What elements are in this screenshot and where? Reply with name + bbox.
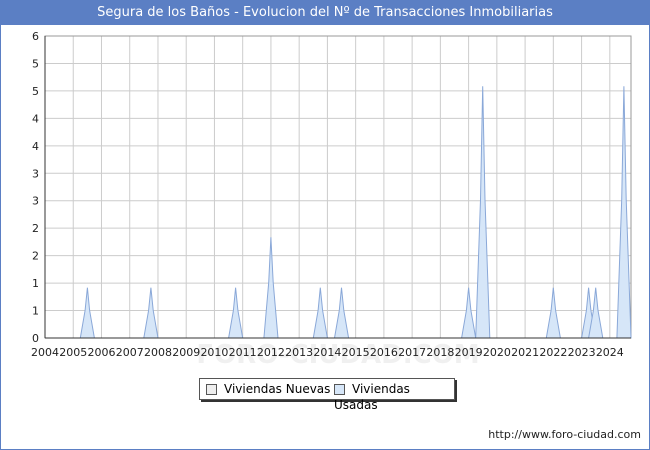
y-tick-label: 2 [32, 222, 39, 235]
plot-border [44, 35, 632, 339]
y-tick-label: 4 [32, 140, 39, 153]
area-peak-usadas [616, 86, 632, 339]
area-peak-usadas [79, 287, 95, 339]
x-tick-label: 2021 [511, 346, 539, 359]
x-tick-label: 2020 [483, 346, 511, 359]
y-tick-label: 2 [32, 250, 39, 263]
legend-item-nuevas: Viviendas Nuevas [206, 381, 330, 397]
source-link[interactable]: http://www.foro-ciudad.com [488, 428, 641, 441]
y-tick-label: 3 [32, 195, 39, 208]
x-tick-label: 2004 [31, 346, 59, 359]
x-tick-label: 2024 [596, 346, 624, 359]
legend: Viviendas Nuevas Viviendas Usadas [199, 378, 455, 412]
x-tick-label: 2023 [568, 346, 596, 359]
legend-label-nuevas: Viviendas Nuevas [224, 382, 331, 396]
y-tick-labels: 0 1 1 2 2 3 3 4 4 5 5 6 [32, 30, 39, 345]
area-peak-usadas [461, 287, 477, 339]
area-peak-usadas [545, 287, 561, 339]
area-peak-usadas [263, 237, 279, 339]
area-peak-usadas [143, 287, 159, 339]
x-tick-label: 2013 [285, 346, 313, 359]
area-peak-usadas [228, 287, 244, 339]
y-tick-label: 6 [32, 30, 39, 43]
area-peak-usadas [312, 287, 328, 339]
x-tick-label: 2019 [455, 346, 483, 359]
x-tick-label: 2005 [59, 346, 87, 359]
chart-frame: Segura de los Baños - Evolucion del Nº d… [0, 0, 650, 450]
y-tick-label: 1 [32, 305, 39, 318]
area-peak-usadas [333, 287, 350, 339]
x-tick-label: 2009 [172, 346, 200, 359]
x-tick-label: 2014 [313, 346, 341, 359]
y-tick-label: 0 [32, 332, 39, 345]
y-tick-label: 5 [32, 85, 39, 98]
area-peak-usadas [475, 86, 491, 339]
x-tick-label: 2007 [116, 346, 144, 359]
x-tick-label: 2006 [87, 346, 115, 359]
y-tick-label: 1 [32, 277, 39, 290]
x-tick-label: 2012 [257, 346, 285, 359]
y-tick-label: 3 [32, 167, 39, 180]
x-tick-label: 2016 [370, 346, 398, 359]
x-tick-label: 2010 [200, 346, 228, 359]
legend-item-usadas: Viviendas Usadas [334, 381, 454, 412]
x-tick-label: 2018 [426, 346, 454, 359]
y-tick-label: 5 [32, 57, 39, 70]
grid-lines [44, 35, 632, 339]
y-tick-label: 4 [32, 112, 39, 125]
x-tick-label: 2011 [229, 346, 257, 359]
x-tick-label: 2008 [144, 346, 172, 359]
x-tick-label: 2022 [539, 346, 567, 359]
legend-swatch-usadas [334, 384, 345, 395]
axes [44, 36, 631, 339]
x-tick-labels: 2004 2005 2006 2007 2008 2009 2010 2011 2012 2013… [31, 346, 624, 359]
x-tick-label: 2017 [398, 346, 426, 359]
legend-swatch-nuevas [206, 384, 217, 395]
x-tick-label: 2015 [342, 346, 370, 359]
